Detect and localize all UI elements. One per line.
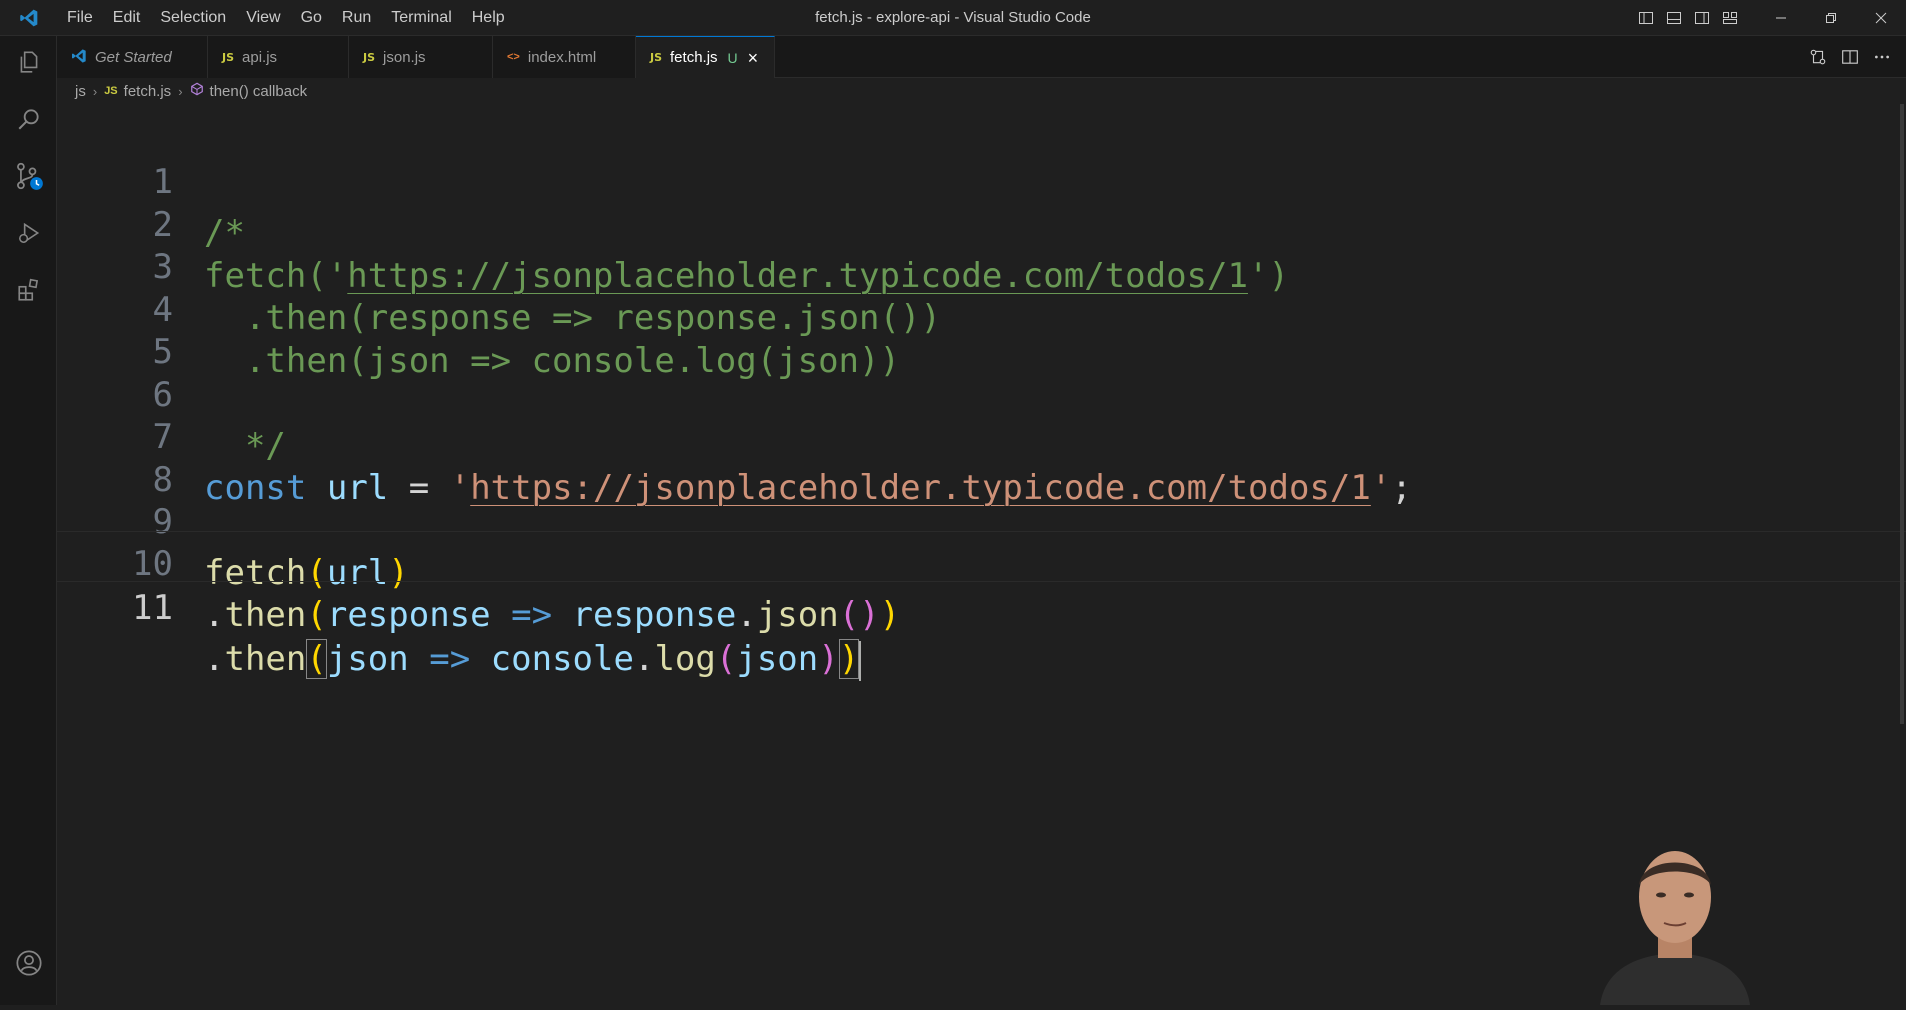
activity-bar <box>0 36 57 1005</box>
variable-token: response <box>326 595 491 635</box>
dot-token: . <box>204 595 225 635</box>
function-token: then <box>224 595 307 635</box>
source-control-icon[interactable] <box>0 151 57 201</box>
bracket-token: ( <box>306 639 327 679</box>
bracket-token: ) <box>818 639 839 679</box>
tab-label: api.js <box>242 48 278 66</box>
javascript-file-icon: JS <box>104 85 118 97</box>
menu-view[interactable]: View <box>236 0 290 36</box>
window-controls <box>1632 0 1906 36</box>
close-window-icon[interactable] <box>1858 0 1904 36</box>
arrow-token: => <box>511 595 553 635</box>
menu-terminal[interactable]: Terminal <box>381 0 461 36</box>
untracked-status-badge: U <box>727 49 738 66</box>
variable-token: json <box>736 639 819 679</box>
function-token: json <box>756 595 839 635</box>
arrow-token: => <box>429 639 471 679</box>
minimize-icon[interactable] <box>1758 0 1804 36</box>
javascript-file-icon: JS <box>222 50 235 64</box>
tab-label: Get Started <box>95 48 172 66</box>
dot-token: . <box>204 639 225 679</box>
function-token: then <box>224 639 307 679</box>
vscode-logo-icon <box>0 0 57 36</box>
tab-get-started[interactable]: Get Started <box>57 36 208 78</box>
text-cursor <box>859 640 862 681</box>
account-icon[interactable] <box>0 938 57 988</box>
customize-layout-icon[interactable] <box>1718 0 1742 36</box>
line-number: 11 <box>132 588 173 628</box>
variable-token: response <box>572 595 737 635</box>
breadcrumb-file[interactable]: fetch.js <box>124 83 172 100</box>
editor-tabs: Get Started JS api.js JS json.js <> inde… <box>57 36 1906 78</box>
bracket-token: () <box>838 595 880 635</box>
variable-token: console <box>490 639 634 679</box>
bracket-token: ) <box>879 595 901 635</box>
restore-icon[interactable] <box>1808 0 1854 36</box>
menu-file[interactable]: File <box>57 0 103 36</box>
tab-label: index.html <box>527 48 597 66</box>
chevron-right-icon: › <box>178 83 183 99</box>
tab-json-js[interactable]: JS json.js <box>349 36 493 78</box>
menu-run[interactable]: Run <box>332 0 381 36</box>
bracket-token: ) <box>838 639 860 679</box>
code-line-current: 11 .then(json => console.log(json)) <box>57 531 1906 681</box>
toggle-primary-sidebar-icon[interactable] <box>1634 0 1658 36</box>
toggle-secondary-sidebar-icon[interactable] <box>1690 0 1714 36</box>
symbol-method-icon <box>190 82 204 100</box>
compare-changes-icon[interactable] <box>1802 36 1834 78</box>
menu-bar: File Edit Selection View Go Run Terminal… <box>57 0 515 36</box>
bracket-token: ( <box>715 639 737 679</box>
more-actions-icon[interactable] <box>1866 36 1898 78</box>
chevron-right-icon: › <box>92 83 98 99</box>
tab-label: fetch.js <box>670 49 718 66</box>
extensions-icon[interactable] <box>0 265 57 315</box>
javascript-file-icon: JS <box>363 50 376 64</box>
vscode-icon <box>71 48 87 67</box>
variable-token: json <box>326 639 409 679</box>
menu-go[interactable]: Go <box>291 0 332 36</box>
breadcrumb-folder[interactable]: js <box>75 83 86 100</box>
bracket-token: ( <box>306 595 327 635</box>
tab-index-html[interactable]: <> index.html <box>493 36 636 78</box>
webcam-overlay <box>1590 835 1760 1005</box>
tab-api-js[interactable]: JS api.js <box>208 36 349 78</box>
line-content: .then(json => console.log(json)) <box>204 639 862 681</box>
html-file-icon: <> <box>507 51 520 63</box>
scrollbar-thumb[interactable] <box>1900 104 1904 724</box>
run-debug-icon[interactable] <box>0 208 57 258</box>
tab-fetch-js[interactable]: JS fetch.js U × <box>636 36 775 78</box>
split-editor-icon[interactable] <box>1834 36 1866 78</box>
close-tab-icon[interactable]: × <box>748 49 759 67</box>
breadcrumb: js › JS fetch.js › then() callback <box>57 78 1906 104</box>
menu-edit[interactable]: Edit <box>103 0 151 36</box>
toggle-panel-icon[interactable] <box>1662 0 1686 36</box>
editor-actions <box>1802 36 1906 78</box>
function-token: log <box>654 639 716 679</box>
menu-selection[interactable]: Selection <box>150 0 236 36</box>
javascript-file-icon: JS <box>650 51 663 64</box>
search-icon[interactable] <box>0 94 57 144</box>
title-bar: File Edit Selection View Go Run Terminal… <box>0 0 1906 36</box>
breadcrumb-symbol[interactable]: then() callback <box>210 83 308 100</box>
menu-help[interactable]: Help <box>462 0 515 36</box>
explorer-icon[interactable] <box>0 37 57 87</box>
tab-label: json.js <box>383 48 426 66</box>
